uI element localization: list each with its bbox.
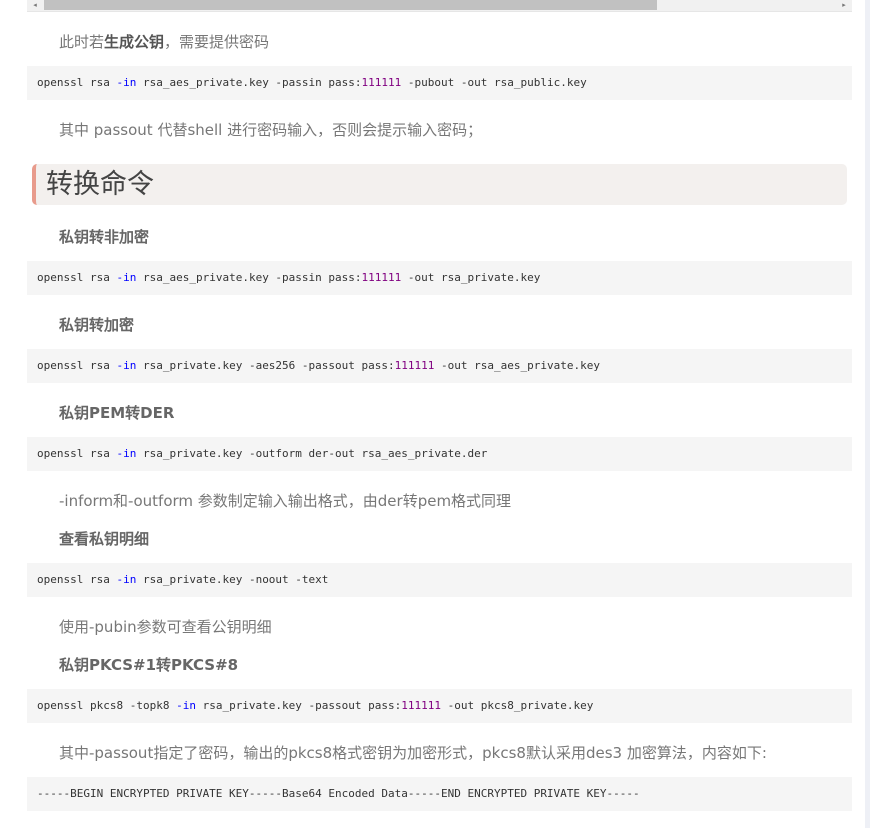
passout-note: 其中 passout 代替shell 进行密码输入，否则会提示输入密码； bbox=[59, 121, 483, 139]
pkcs8-note: 其中-passout指定了密码，输出的pkcs8格式密钥为加密形式，pkcs8默… bbox=[59, 744, 767, 762]
code-block-encrypt: openssl rsa -in rsa_private.key -aes256 … bbox=[27, 349, 852, 383]
scroll-left-arrow-icon[interactable]: ◂ bbox=[29, 0, 41, 11]
subheading-view-details: 查看私钥明细 bbox=[59, 530, 150, 548]
subheading-encrypt: 私钥转加密 bbox=[59, 316, 135, 334]
subheading-pkcs: 私钥PKCS#1转PKCS#8 bbox=[59, 656, 239, 674]
code-block-pubout: openssl rsa -in rsa_aes_private.key -pas… bbox=[27, 66, 852, 100]
format-note: -inform和-outform 参数制定输入输出格式，由der转pem格式同理 bbox=[59, 492, 512, 510]
code-block-encrypted-key: -----BEGIN ENCRYPTED PRIVATE KEY-----Bas… bbox=[27, 777, 852, 811]
intro-prefix: 此时若 bbox=[59, 33, 105, 51]
section-heading: 转换命令 bbox=[32, 164, 847, 205]
horizontal-scrollbar[interactable]: ◂ ▸ bbox=[27, 0, 852, 12]
code-block-pkcs8: openssl pkcs8 -topk8 -in rsa_private.key… bbox=[27, 689, 852, 723]
intro-suffix: ，需要提供密码 bbox=[164, 33, 270, 51]
intro-bold: 生成公钥 bbox=[104, 33, 165, 51]
pubin-note: 使用-pubin参数可查看公钥明细 bbox=[59, 618, 272, 636]
code-block-view-details: openssl rsa -in rsa_private.key -noout -… bbox=[27, 563, 852, 597]
code-block-decrypt: openssl rsa -in rsa_aes_private.key -pas… bbox=[27, 261, 852, 295]
subheading-decrypt: 私钥转非加密 bbox=[59, 228, 150, 246]
scrollbar-thumb[interactable] bbox=[44, 0, 657, 10]
intro-paragraph: 此时若生成公钥，需要提供密码 bbox=[59, 32, 269, 52]
scroll-right-arrow-icon[interactable]: ▸ bbox=[838, 0, 850, 11]
page-gutter bbox=[865, 0, 870, 828]
subheading-pem-der: 私钥PEM转DER bbox=[59, 404, 175, 422]
code-block-pem-der: openssl rsa -in rsa_private.key -outform… bbox=[27, 437, 852, 471]
